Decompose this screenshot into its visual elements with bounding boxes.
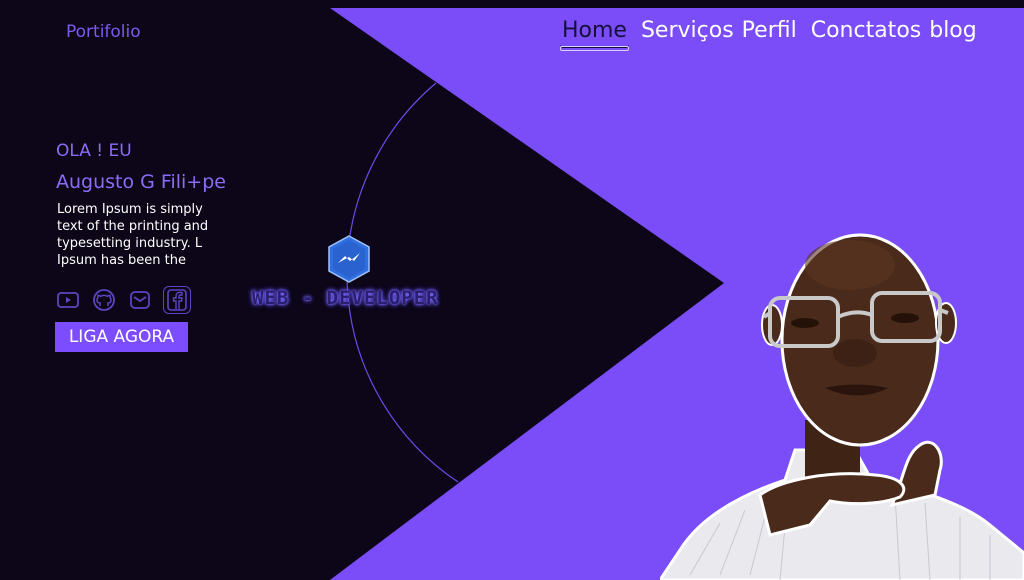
nav-contatos[interactable]: Conctatos: [811, 16, 922, 46]
github-link[interactable]: [91, 287, 117, 313]
hero-name: Augusto G Fili+pe: [56, 171, 226, 193]
main-nav: Home Serviços Perfil Conctatos blog: [560, 16, 977, 51]
facebook-icon: [167, 289, 187, 311]
social-links: [55, 286, 191, 314]
developer-badge-icon: [328, 235, 370, 283]
nav-home[interactable]: Home: [560, 16, 629, 51]
nav-perfil[interactable]: Perfil: [742, 16, 797, 46]
mail-icon: [130, 291, 150, 309]
hero-greeting: OLA ! EU: [56, 141, 132, 161]
facebook-link[interactable]: [163, 286, 191, 314]
cta-button[interactable]: LIGA AGORA: [55, 322, 188, 352]
nav-servicos[interactable]: Serviços: [641, 16, 734, 46]
youtube-link[interactable]: [55, 287, 81, 313]
github-icon: [93, 289, 115, 311]
brand-logo[interactable]: Portifolio: [66, 22, 141, 42]
profile-photo: [660, 233, 1024, 580]
web-developer-tagline: WEB - DEVELOPER: [252, 287, 439, 309]
youtube-icon: [57, 292, 79, 308]
hero-intro: Lorem Ipsum is simply text of the printi…: [57, 202, 209, 268]
page: Portifolio Home Serviços Perfil Conctato…: [0, 0, 1024, 580]
mail-link[interactable]: [127, 287, 153, 313]
nav-blog[interactable]: blog: [929, 16, 977, 46]
